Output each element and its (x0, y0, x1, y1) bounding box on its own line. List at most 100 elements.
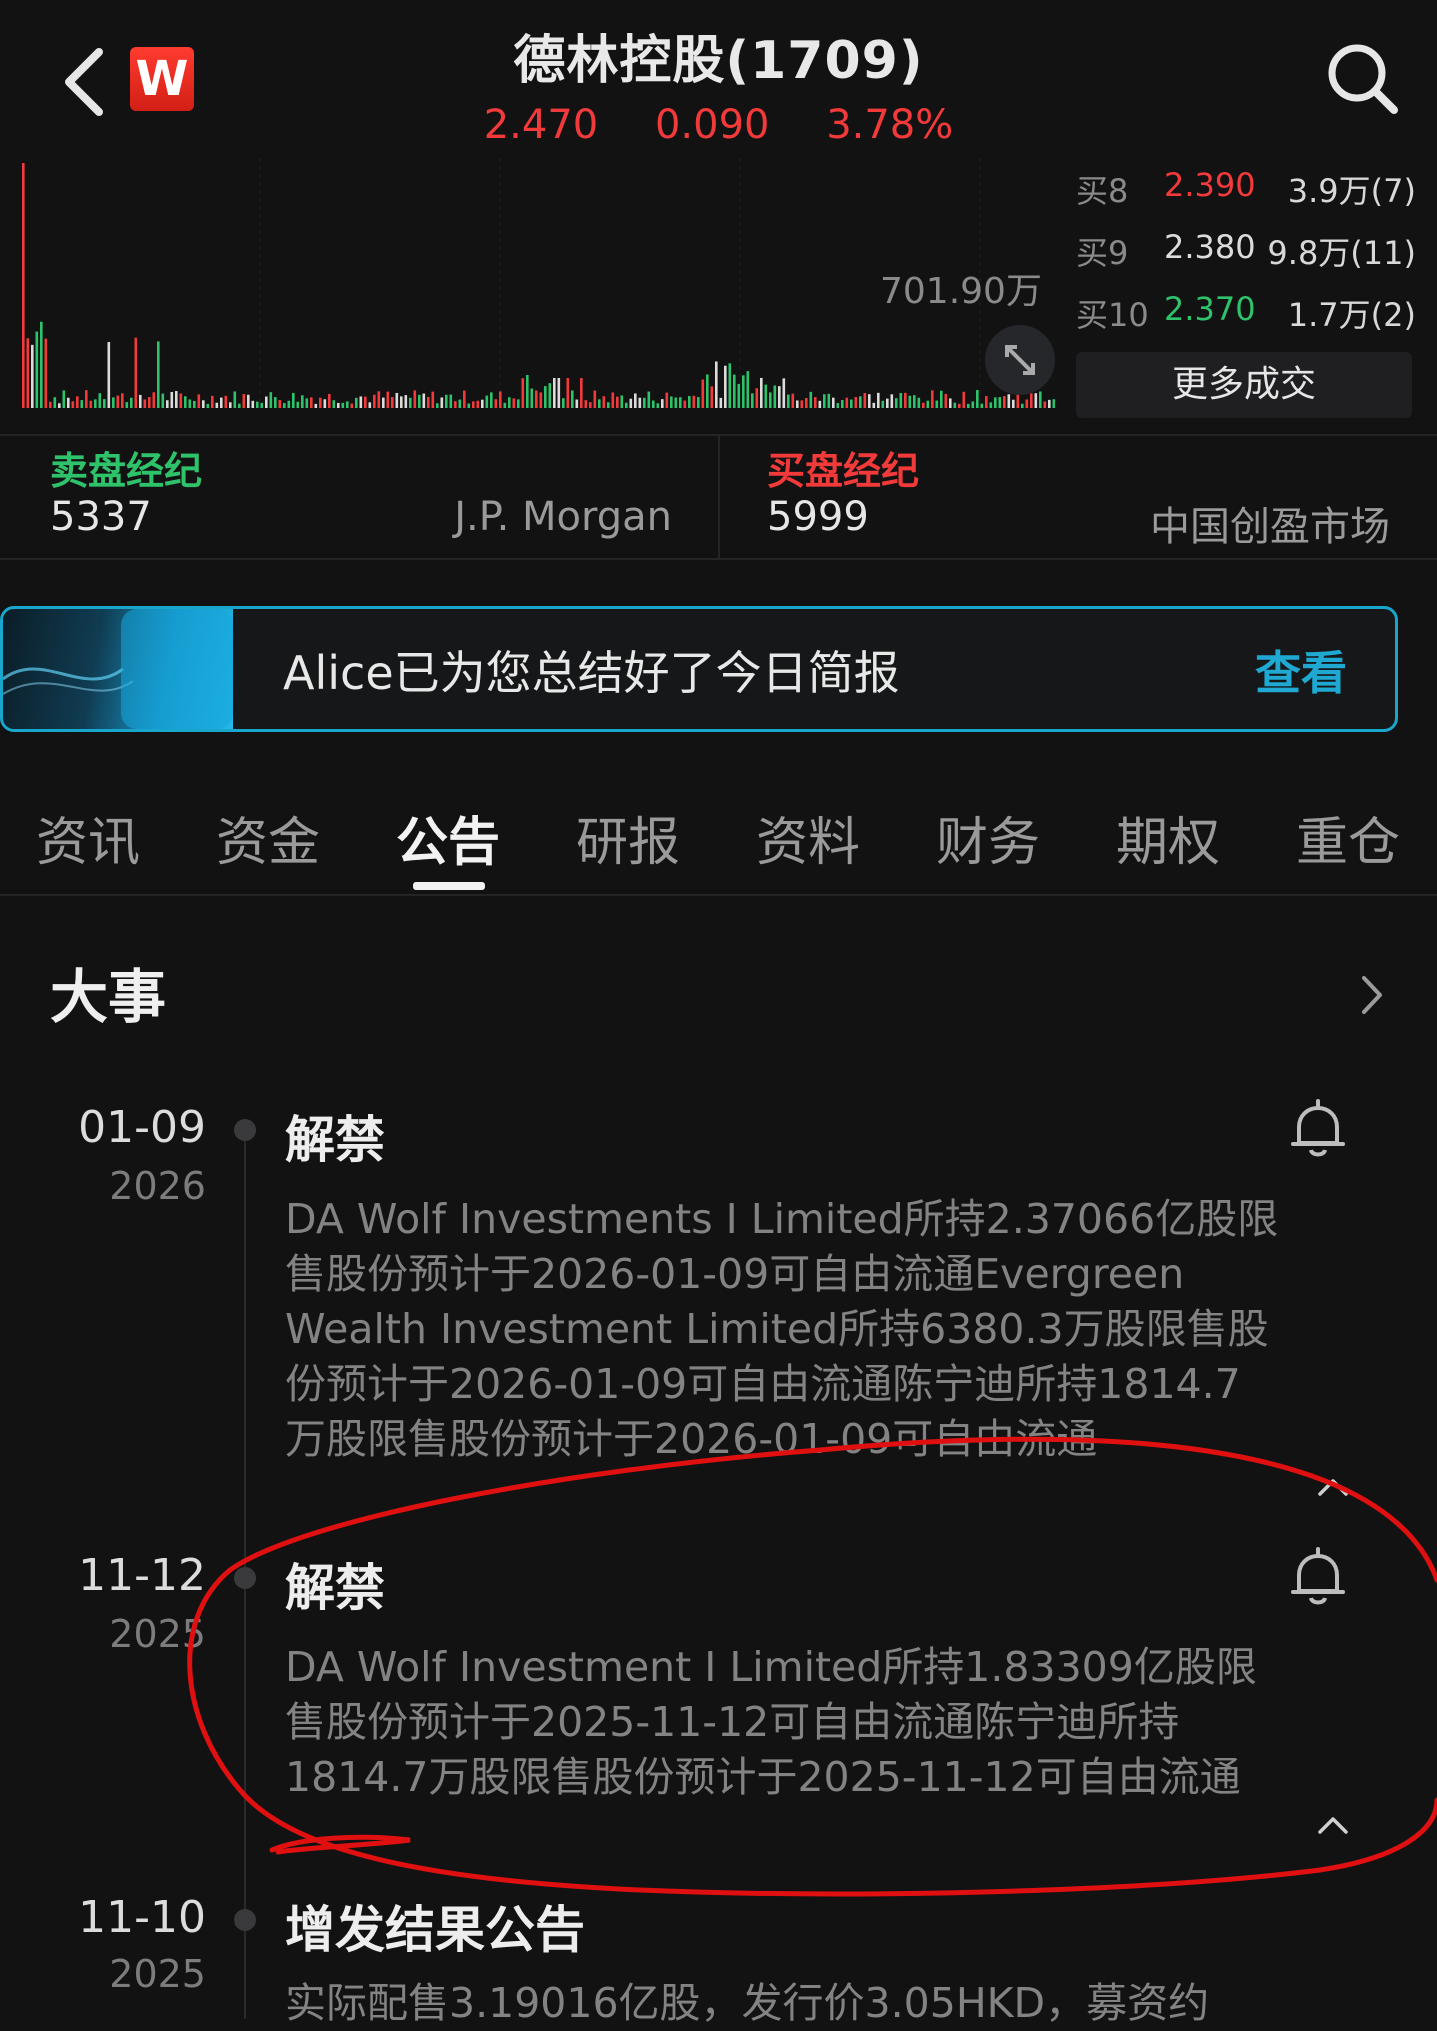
volume-bar (818, 400, 822, 408)
volume-bar (881, 400, 885, 408)
volume-bar (589, 402, 592, 408)
volume-bar (238, 403, 241, 408)
volume-bar (454, 401, 457, 408)
event-year: 2025 (109, 1952, 206, 1996)
volume-bar (1003, 396, 1006, 408)
volume-bar (733, 374, 736, 408)
order-book-row: 买9 2.380 9.8万(11) (1076, 228, 1416, 288)
chevron-right-icon[interactable] (1352, 970, 1392, 1020)
volume-bar (94, 399, 97, 408)
tab-holdings[interactable]: 重仓 (1296, 800, 1400, 875)
ai-briefing-banner[interactable]: Alice已为您总结好了今日简报 查看 (0, 606, 1398, 732)
volume-bar (503, 402, 507, 408)
chevron-up-icon[interactable] (1316, 1476, 1350, 1498)
volume-bar (404, 395, 408, 408)
expand-icon (1005, 345, 1035, 375)
event-title[interactable]: 解禁 (285, 1100, 385, 1172)
volume-bar (971, 401, 975, 408)
volume-bar (463, 390, 466, 408)
banner-artwork (3, 609, 233, 729)
tab-fund-flow[interactable]: 资金 (216, 800, 320, 875)
volume-bar (85, 390, 88, 408)
volume-bar (517, 399, 520, 408)
search-icon[interactable] (1322, 38, 1402, 118)
volume-bar (620, 395, 624, 408)
event-title[interactable]: 解禁 (285, 1548, 385, 1620)
tab-research[interactable]: 研报 (576, 800, 680, 875)
tab-profile[interactable]: 资料 (756, 800, 860, 875)
volume-bar (769, 392, 772, 408)
volume-bar (305, 398, 309, 408)
volume-bar (755, 388, 759, 408)
volume-bar (908, 395, 912, 408)
volume-bar (319, 397, 322, 408)
volume-bar (152, 392, 156, 408)
volume-bar (485, 395, 489, 408)
buy-broker-name[interactable]: 中国创盈市场 (1000, 494, 1390, 552)
volume-bar (458, 399, 462, 408)
volume-bar (980, 403, 984, 408)
volume-bar (782, 378, 786, 408)
tab-financials[interactable]: 财务 (936, 800, 1040, 875)
timeline-dot (234, 1567, 256, 1589)
event-title[interactable]: 增发结果公告 (285, 1890, 585, 1962)
volume-bar (67, 397, 70, 408)
volume-bar (800, 400, 804, 408)
volume-bar (427, 396, 430, 408)
volume-bar (22, 163, 25, 408)
volume-bar (251, 400, 255, 408)
bell-icon[interactable] (1285, 1545, 1351, 1611)
volume-bar (125, 402, 129, 408)
volume-bar (665, 392, 669, 408)
volume-bar (566, 378, 570, 408)
volume-bar (368, 402, 372, 408)
order-level-label: 买9 (1076, 234, 1129, 272)
volume-bar (224, 395, 228, 408)
chevron-up-icon[interactable] (1316, 1814, 1350, 1836)
volume-bar (296, 401, 300, 408)
volume-bar (413, 390, 417, 408)
volume-bar (386, 391, 390, 408)
volume-bar (737, 383, 741, 408)
sell-broker-name[interactable]: J.P. Morgan (380, 494, 672, 540)
tab-news[interactable]: 资讯 (36, 800, 140, 875)
volume-bar (1048, 399, 1051, 408)
tab-announcements[interactable]: 公告 (396, 800, 500, 875)
tab-options[interactable]: 期权 (1116, 800, 1220, 875)
event-date: 11-12 (78, 1550, 206, 1601)
volume-bar (931, 390, 934, 408)
chart-max-volume-label: 701.90万 (880, 271, 1042, 312)
volume-bar (1025, 399, 1029, 408)
volume-bar (260, 402, 264, 408)
banner-view-link[interactable]: 查看 (1255, 637, 1347, 703)
volume-bar (508, 397, 511, 408)
volume-bar (445, 394, 448, 408)
volume-bar (49, 401, 52, 408)
expand-chart-button[interactable] (985, 325, 1055, 395)
volume-bar (895, 398, 898, 408)
volume-bar (899, 392, 903, 408)
volume-bar (836, 403, 840, 408)
volume-bar (710, 386, 714, 408)
volume-bar (521, 378, 525, 408)
volume-bar (544, 386, 547, 408)
timeline-dot (234, 1119, 256, 1141)
volume-bar (832, 397, 835, 408)
volume-bar (724, 365, 727, 408)
bell-icon[interactable] (1285, 1097, 1351, 1163)
volume-bar (697, 397, 700, 408)
timeline-dot (234, 1909, 256, 1931)
volume-bar (220, 397, 223, 408)
volume-bar (188, 399, 192, 408)
volume-bar (229, 402, 232, 408)
more-deals-button[interactable]: 更多成交 (1076, 352, 1412, 418)
volume-bar (269, 392, 273, 408)
volume-bar (148, 397, 151, 408)
volume-bar (422, 393, 426, 408)
volume-bar (400, 396, 403, 408)
volume-bar (134, 337, 138, 408)
volume-bar (967, 403, 970, 408)
last-price: 2.470 (483, 102, 599, 148)
volume-bar (481, 399, 484, 408)
volume-bar (913, 395, 916, 408)
